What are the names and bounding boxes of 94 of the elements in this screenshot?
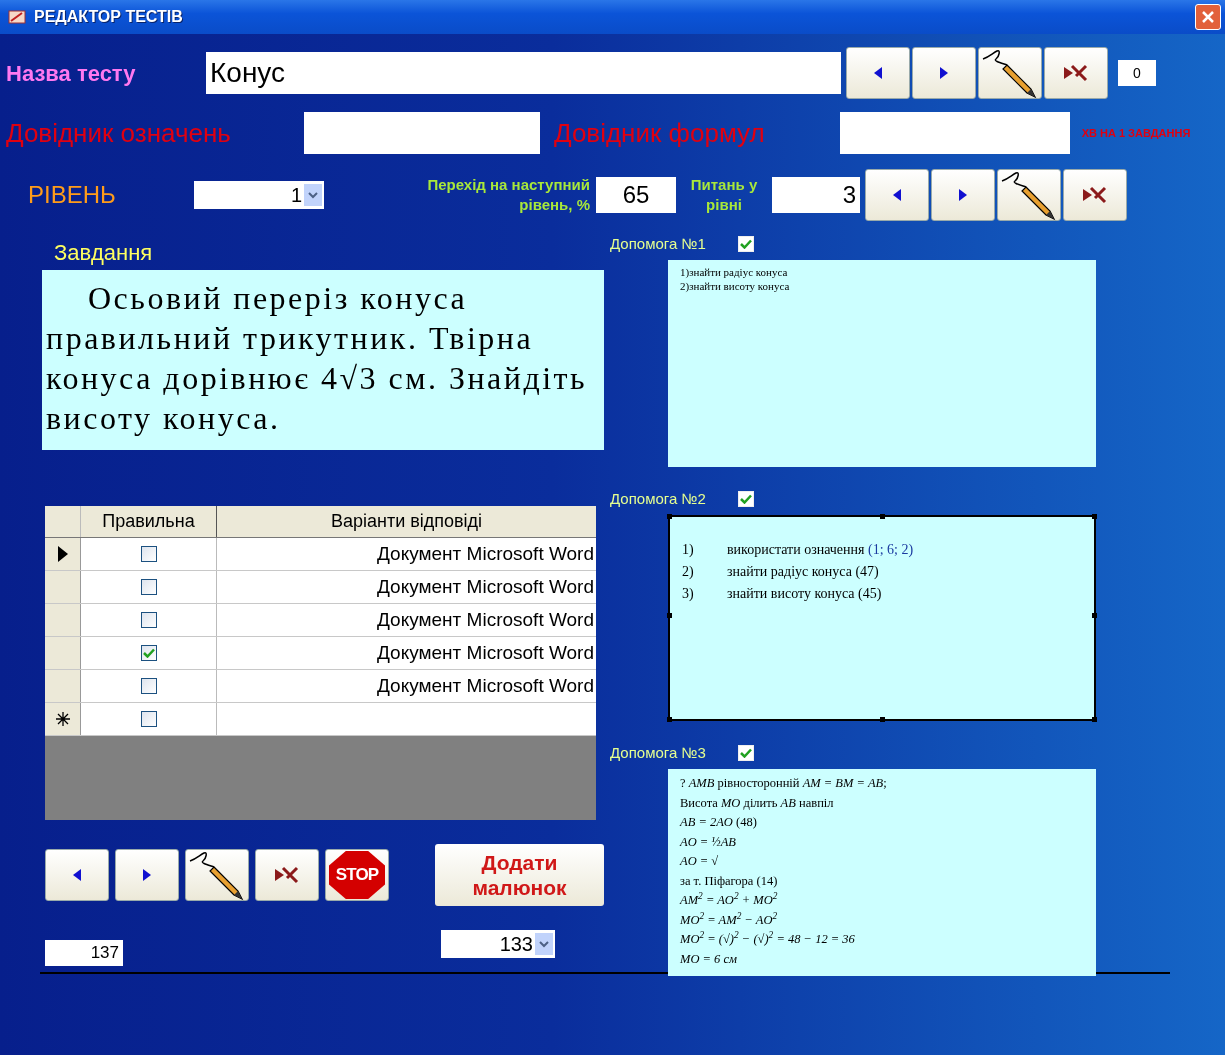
list-number: 3) [682, 585, 695, 603]
questions-label: Питань у рівні [689, 175, 759, 215]
test-name-label: Назва тесту [6, 59, 137, 88]
picture-select[interactable]: 133 [441, 930, 555, 958]
test-name-field[interactable]: Конус [206, 52, 841, 94]
help-label: Допомога №2 [610, 488, 706, 509]
pass-threshold-field[interactable]: 65 [596, 177, 676, 213]
answer-cell-text: Документ Microsoft Word [377, 607, 594, 632]
add-picture-button[interactable]: Додати малюнок [435, 844, 604, 906]
level-label: РІВЕНЬ [28, 180, 117, 210]
close-icon [1201, 10, 1215, 24]
test-counter-field[interactable]: 0 [1118, 60, 1156, 86]
help-line: використати означення (1; 6; 2) [727, 541, 914, 559]
pass-threshold-label: Перехід на наступний рівень, % [426, 175, 590, 215]
edit-button[interactable] [185, 849, 249, 901]
record-counter-field[interactable]: 137 [45, 940, 123, 966]
right-triangle-icon [959, 189, 967, 201]
edit-button[interactable] [978, 47, 1042, 99]
resize-handle[interactable] [880, 514, 885, 519]
delete-button[interactable] [1044, 47, 1108, 99]
cross-arrow-icon [1064, 64, 1088, 82]
answer-cell-text: Документ Microsoft Word [377, 640, 594, 665]
formulas-label: Довідник формул [554, 116, 766, 150]
resize-handle[interactable] [667, 717, 672, 722]
close-button[interactable] [1195, 4, 1221, 30]
row-selector[interactable] [45, 538, 81, 570]
checkbox[interactable] [140, 711, 157, 727]
cross-arrow-icon [275, 866, 299, 884]
left-triangle-icon [874, 67, 882, 79]
cross-arrow-icon [1083, 186, 1107, 204]
list-number: 1) [682, 541, 695, 559]
resize-handle[interactable] [667, 613, 672, 618]
pencil-icon [1000, 169, 1058, 221]
checkbox[interactable] [140, 612, 157, 628]
help-label: Допомога №3 [610, 742, 706, 763]
help-line: ? AMB рівносторонній AM = BM = AB; [680, 775, 888, 792]
stop-button[interactable]: STOP [325, 849, 389, 901]
resize-handle[interactable] [1092, 613, 1097, 618]
help-line: Висота MO ділить AB навпіл [680, 794, 835, 812]
row-selector[interactable] [45, 703, 81, 735]
help-line: AO = √ [680, 853, 720, 870]
previous-button[interactable] [846, 47, 910, 99]
checkbox[interactable] [140, 546, 157, 562]
resize-handle[interactable] [1092, 514, 1097, 519]
resize-handle[interactable] [667, 514, 672, 519]
help-line: AB = 2AO (48) [680, 814, 758, 831]
help-line: MO$^{2}$ = (√)$^{2}$ − (√)$^{2}$ = 48 − 12 = 36 [680, 930, 856, 948]
help-line: 1)знайти радіус конуса [680, 265, 789, 279]
answer-cell-text: Документ Microsoft Word [377, 541, 594, 566]
help-label: Допомога №1 [610, 233, 706, 254]
help-line: MO$^{2}$ = AM$^{2}$ − AO$^{2}$ [680, 910, 779, 929]
dropdown-caret-icon [539, 940, 549, 948]
help-line: знайти радіус конуса (47) [727, 563, 879, 581]
delete-button[interactable] [255, 849, 319, 901]
dropdown-caret-icon [308, 191, 318, 199]
resize-handle[interactable] [1092, 717, 1097, 722]
task-label: Завдання [54, 239, 154, 267]
app-icon [8, 9, 26, 25]
edit-button[interactable] [997, 169, 1061, 221]
questions-field[interactable]: 3 [772, 177, 860, 213]
pencil-icon [188, 849, 246, 901]
help-line: AO = ½AB [680, 833, 737, 851]
resize-handle[interactable] [880, 717, 885, 722]
checkbox[interactable] [140, 678, 157, 694]
current-row-icon [57, 546, 68, 562]
delete-button[interactable] [1063, 169, 1127, 221]
formulas-field[interactable] [840, 112, 1070, 154]
help-line: MO = 6 см [680, 950, 739, 968]
definitions-label: Довідник означень [6, 116, 232, 150]
pencil-icon [981, 47, 1039, 99]
help-line: знайти висоту конуса (45) [727, 585, 882, 603]
left-triangle-icon [73, 869, 81, 881]
checkbox[interactable] [140, 645, 157, 661]
answer-cell-text: Документ Microsoft Word [377, 673, 594, 698]
window-title: РЕДАКТОР ТЕСТІВ [34, 7, 183, 27]
level-select[interactable]: 1 [194, 181, 324, 209]
checkbox[interactable] [140, 579, 157, 595]
minutes-label: ХВ НА 1 ЗАВДАННЯ [1080, 125, 1192, 141]
task-text: Осьовий переріз конуса правильний трикутник. Твірна конуса дорівнює 4√3 см. Знайдіть висоту конуса. [42, 270, 604, 450]
asterisk-icon [55, 712, 70, 726]
column-header[interactable]: Варіанти відповіді [217, 506, 596, 537]
left-triangle-icon [893, 189, 901, 201]
column-header[interactable]: Правильна [81, 506, 217, 537]
next-button[interactable] [115, 849, 179, 901]
help-line: AM$^{2}$ = AO$^{2}$ + MO$^{2}$ [680, 891, 779, 909]
previous-button[interactable] [865, 169, 929, 221]
list-number: 2) [682, 563, 695, 581]
right-triangle-icon [940, 67, 948, 79]
help-line: 2)знайти висоту конуса [680, 279, 791, 293]
answer-cell-text: Документ Microsoft Word [377, 574, 594, 599]
help-line: за т. Піфагора (14) [680, 872, 779, 890]
previous-button[interactable] [45, 849, 109, 901]
right-triangle-icon [143, 869, 151, 881]
definitions-field[interactable] [304, 112, 540, 154]
